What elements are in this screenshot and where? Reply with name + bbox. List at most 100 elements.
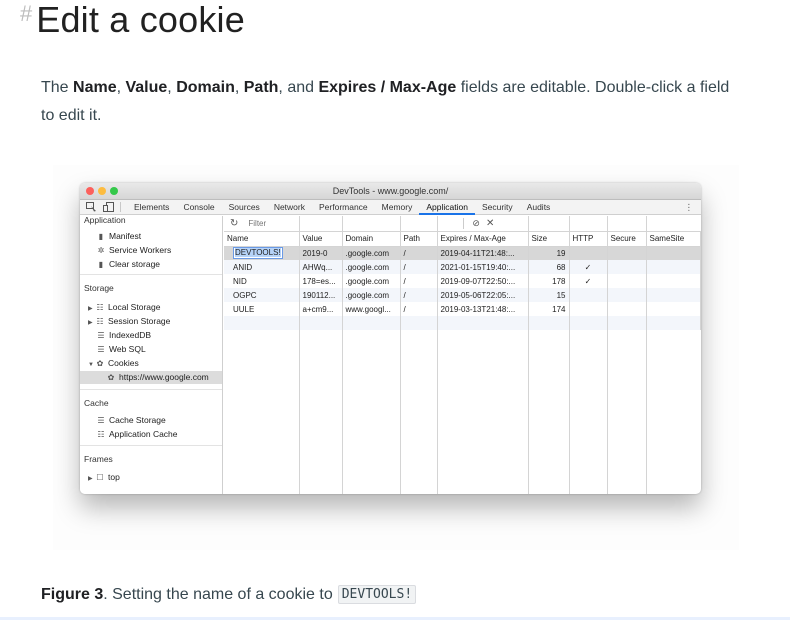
refresh-icon[interactable]: ↻ (230, 218, 238, 229)
tab-audits[interactable]: Audits (520, 200, 558, 215)
cookie-secure-cell (607, 302, 647, 316)
cookie-name-cell[interactable]: OGPC (224, 288, 300, 302)
table-row[interactable]: NID 178=es... .google.com / 2019-09-07T2… (224, 274, 701, 288)
table-row[interactable]: ANID AHWq... .google.com / 2021-01-15T19… (224, 260, 701, 274)
cookie-name-cell[interactable]: ANID (224, 260, 300, 274)
sidebar-item-service-workers[interactable]: ✲ Service Workers (96, 244, 172, 257)
field-name-label: Name (73, 79, 117, 96)
cookie-value-cell[interactable]: 178=es... (299, 274, 343, 288)
heading-anchor-hash[interactable]: # (20, 1, 32, 27)
sidebar-item-session-storage[interactable]: ▶ ☷ Session Storage (88, 315, 170, 328)
cookie-value-cell[interactable]: 190112... (299, 288, 343, 302)
sidebar-divider (80, 389, 222, 390)
column-header-samesite[interactable]: SameSite (646, 232, 701, 247)
figure-label: Figure 3 (41, 585, 104, 603)
tab-elements[interactable]: Elements (127, 200, 176, 215)
sidebar-item-application-cache[interactable]: ☷ Application Cache (96, 428, 177, 441)
expand-arrow-icon[interactable]: ▶ (88, 473, 95, 486)
heading-title: Edit a cookie (36, 0, 245, 40)
column-divider (299, 216, 300, 494)
tab-network[interactable]: Network (267, 200, 312, 215)
table-row[interactable]: UULE a+cm9... www.googl... / 2019-03-13T… (224, 302, 701, 316)
cookie-domain-cell[interactable]: .google.com (342, 260, 401, 274)
sidebar-item-local-storage[interactable]: ▶ ☷ Local Storage (88, 301, 160, 314)
sidebar-item-web-sql[interactable]: ☰ Web SQL (96, 343, 145, 356)
cookies-panel: ↻ ⊘ ✕ Name Value Domain Path Expires / M… (224, 216, 701, 494)
cookie-http-cell (569, 302, 608, 316)
field-path-label: Path (243, 79, 279, 96)
cookie-domain-cell[interactable]: .google.com (342, 274, 401, 288)
column-header-secure[interactable]: Secure (607, 232, 647, 247)
window-title: DevTools - www.google.com/ (332, 186, 449, 196)
cookie-samesite-cell (646, 302, 701, 316)
expand-arrow-icon[interactable]: ▶ (88, 317, 95, 330)
sidebar-item-clear-storage[interactable]: ▮ Clear storage (96, 258, 160, 271)
cookie-name-cell[interactable]: DEVTOOLS! (224, 246, 300, 260)
cookie-value-cell[interactable]: 2019-0 (299, 246, 343, 260)
cookie-name-edit-field[interactable]: DEVTOOLS! (233, 247, 283, 260)
column-header-http[interactable]: HTTP (569, 232, 608, 247)
cookie-expires-cell[interactable]: 2021-01-15T19:40:... (437, 260, 529, 274)
cookie-expires-cell[interactable]: 2019-05-06T22:05:... (437, 288, 529, 302)
cookie-icon: ✿ (107, 373, 115, 382)
delete-selected-icon[interactable]: ✕ (486, 218, 494, 229)
cookie-path-cell[interactable]: / (400, 260, 438, 274)
sidebar-divider (80, 445, 222, 446)
database-icon: ☰ (97, 345, 105, 354)
cookie-value-cell[interactable]: AHWq... (299, 260, 343, 274)
cookie-http-cell: ✓ (569, 260, 608, 274)
column-divider (342, 216, 343, 494)
tab-console[interactable]: Console (176, 200, 221, 215)
column-header-value[interactable]: Value (299, 232, 343, 247)
cookie-value-cell[interactable]: a+cm9... (299, 302, 343, 316)
device-toolbar-icon[interactable] (102, 202, 114, 213)
cookie-path-cell[interactable]: / (400, 288, 438, 302)
sidebar-item-cache-storage[interactable]: ☰ Cache Storage (96, 414, 165, 427)
cookie-path-cell[interactable]: / (400, 246, 438, 260)
cookie-path-cell[interactable]: / (400, 302, 438, 316)
cookie-expires-cell[interactable]: 2019-09-07T22:50:... (437, 274, 529, 288)
zoom-window-button[interactable] (110, 187, 118, 195)
cookie-expires-cell[interactable]: 2019-03-13T21:48:... (437, 302, 529, 316)
cookie-expires-cell[interactable]: 2019-04-11T21:48:... (437, 246, 529, 260)
cookie-name-cell[interactable]: UULE (224, 302, 300, 316)
tab-security[interactable]: Security (475, 200, 520, 215)
cookie-http-cell (569, 246, 608, 260)
cookie-domain-cell[interactable]: .google.com (342, 246, 401, 260)
clear-all-icon[interactable]: ⊘ (472, 218, 480, 229)
inspect-element-icon[interactable] (85, 202, 97, 213)
tab-memory[interactable]: Memory (375, 200, 420, 215)
sidebar-item-cookie-origin[interactable]: ✿ https://www.google.com (80, 371, 222, 384)
sidebar-section-application: Application (84, 215, 126, 225)
cookie-secure-cell (607, 260, 647, 274)
sidebar-section-cache: Cache (84, 398, 109, 408)
cookie-domain-cell[interactable]: .google.com (342, 288, 401, 302)
tab-sources[interactable]: Sources (222, 200, 267, 215)
filter-input[interactable] (246, 218, 465, 229)
tab-performance[interactable]: Performance (312, 200, 375, 215)
minimize-window-button[interactable] (98, 187, 106, 195)
column-header-domain[interactable]: Domain (342, 232, 401, 247)
column-header-name[interactable]: Name (224, 232, 300, 247)
cookie-samesite-cell (646, 288, 701, 302)
cookie-path-cell[interactable]: / (400, 274, 438, 288)
sidebar-item-manifest[interactable]: ▮ Manifest (96, 230, 141, 243)
table-row[interactable]: DEVTOOLS! 2019-0 .google.com / 2019-04-1… (224, 246, 701, 260)
tab-application[interactable]: Application (419, 200, 475, 215)
cookie-domain-cell[interactable]: www.googl... (342, 302, 401, 316)
sidebar-item-indexeddb[interactable]: ☰ IndexedDB (96, 329, 151, 342)
sidebar-item-frame-top[interactable]: ▶ ☐ top (88, 471, 120, 484)
column-header-expires[interactable]: Expires / Max-Age (437, 232, 529, 247)
cookie-samesite-cell (646, 274, 701, 288)
column-header-size[interactable]: Size (528, 232, 570, 247)
sidebar-item-cookies[interactable]: ▼ ✿ Cookies (88, 357, 139, 370)
more-options-icon[interactable]: ⋮ (685, 200, 694, 215)
close-window-button[interactable] (86, 187, 94, 195)
cookie-name-cell[interactable]: NID (224, 274, 300, 288)
grid-icon: ☷ (97, 430, 105, 439)
cookies-table: Name Value Domain Path Expires / Max-Age… (224, 232, 701, 330)
table-row[interactable]: OGPC 190112... .google.com / 2019-05-06T… (224, 288, 701, 302)
column-header-path[interactable]: Path (400, 232, 438, 247)
cookie-http-cell (569, 288, 608, 302)
cookie-secure-cell (607, 246, 647, 260)
